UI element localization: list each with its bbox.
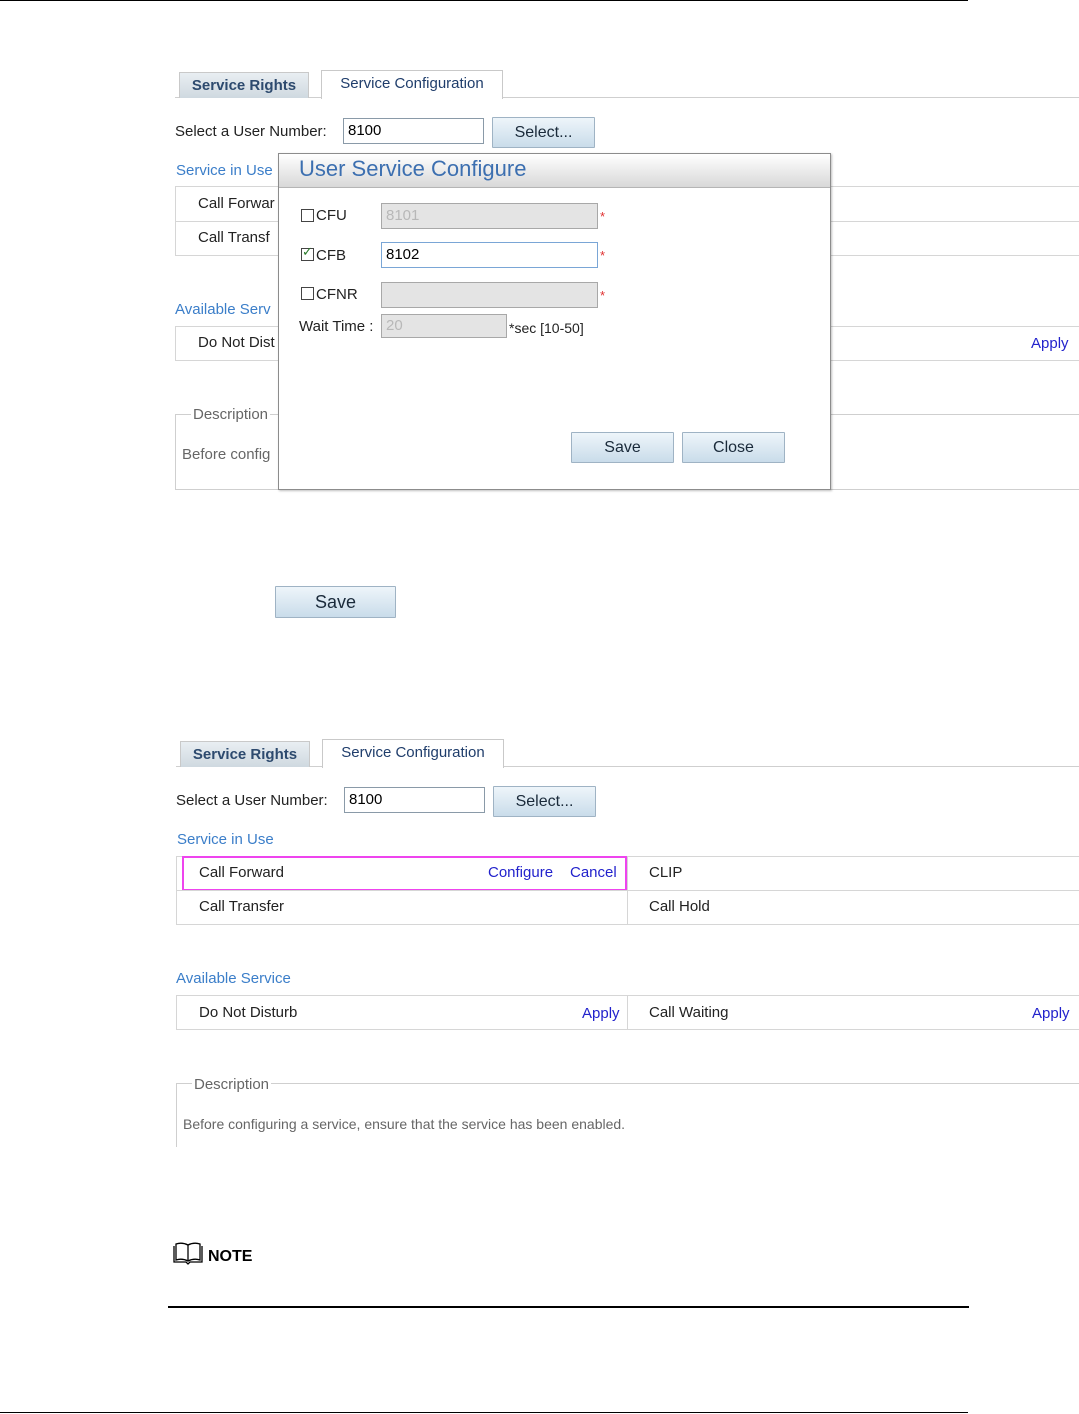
apply-link[interactable]: Apply (1031, 335, 1069, 352)
available-service-title: Available Service (176, 970, 291, 987)
page-save-button[interactable]: Save (275, 586, 396, 618)
book-icon (173, 1242, 203, 1265)
footer-rule (0, 1412, 968, 1413)
user-service-configure-dialog: User Service Configure CFU 8101 * CFB 81… (278, 153, 831, 490)
tab-bar: Service Rights Service Configuration (175, 70, 1079, 99)
apply-link[interactable]: Apply (582, 1005, 620, 1022)
service-in-use-title: Service in Use (177, 831, 274, 848)
select-button[interactable]: Select... (492, 117, 595, 148)
list-item: Do Not Disturb (199, 1004, 298, 1021)
list-item: Call Waiting (649, 1004, 729, 1021)
user-number-label: Select a User Number: (176, 792, 328, 809)
list-item: CLIP (649, 864, 683, 881)
list-item: Call Transfer (199, 898, 285, 915)
divider (627, 995, 628, 1030)
tab-bar: Service Rights Service Configuration (176, 739, 1079, 768)
cfu-checkbox[interactable] (301, 209, 314, 222)
note-label: NOTE (208, 1248, 253, 1265)
divider (176, 924, 1079, 925)
select-button[interactable]: Select... (493, 786, 596, 817)
configure-link[interactable]: Configure (488, 864, 553, 881)
header-rule (0, 0, 968, 1)
required-mark: * (600, 288, 606, 303)
description-text: Before configuring a service, ensure tha… (183, 1116, 626, 1132)
user-number-input[interactable]: 8100 (343, 118, 484, 144)
service-in-use-title: Service in Use (176, 162, 273, 179)
cfb-label: CFB (316, 247, 346, 264)
divider (176, 1029, 1079, 1030)
divider (176, 890, 1079, 891)
divider (176, 995, 177, 1030)
description-legend: Description (191, 406, 271, 423)
available-service-title: Available Serv (175, 301, 271, 318)
dialog-save-button[interactable]: Save (571, 432, 674, 463)
tab-service-rights[interactable]: Service Rights (180, 741, 310, 767)
user-number-input[interactable]: 8100 (344, 787, 485, 813)
required-mark: * (600, 209, 606, 224)
required-mark: * (600, 248, 606, 263)
tab-service-configuration[interactable]: Service Configuration (322, 739, 504, 768)
cfnr-label: CFNR (316, 286, 358, 303)
tab-service-rights[interactable]: Service Rights (179, 72, 309, 98)
cfb-checkbox[interactable] (301, 245, 314, 261)
cfu-field[interactable]: 8101 (381, 203, 598, 229)
list-item: Do Not Dist (198, 334, 275, 351)
list-item: Call Transf (198, 229, 270, 246)
wait-time-field[interactable]: 20 (381, 314, 507, 338)
user-number-label: Select a User Number: (175, 123, 327, 140)
tab-service-configuration[interactable]: Service Configuration (321, 70, 503, 99)
note-rule (168, 1306, 969, 1308)
list-item: Call Forward (199, 864, 285, 881)
wait-time-hint: *sec [10-50] (509, 320, 584, 336)
cancel-link[interactable]: Cancel (570, 864, 617, 881)
description-box (176, 1083, 1079, 1147)
dialog-title-bar: User Service Configure (279, 154, 830, 188)
wait-time-label: Wait Time : (299, 318, 374, 335)
divider (175, 326, 176, 360)
dialog-close-button[interactable]: Close (682, 432, 785, 463)
description-text: Before config (182, 446, 271, 463)
cfnr-field[interactable] (381, 282, 598, 308)
list-item: Call Forwar (198, 195, 275, 212)
description-legend: Description (192, 1076, 272, 1093)
cfu-label: CFU (316, 207, 347, 224)
apply-link[interactable]: Apply (1032, 1005, 1070, 1022)
list-item: Call Hold (649, 898, 710, 915)
dialog-title: User Service Configure (299, 156, 527, 181)
cfnr-checkbox[interactable] (301, 287, 314, 300)
cfb-field[interactable]: 8102 (381, 242, 598, 268)
